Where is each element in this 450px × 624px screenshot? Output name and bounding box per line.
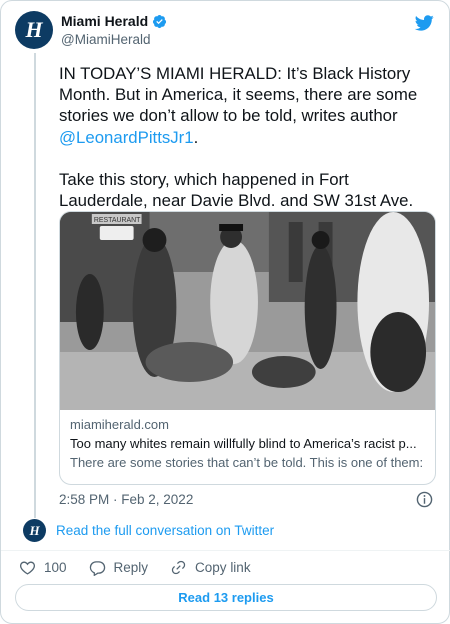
twitter-bird-icon[interactable] xyxy=(413,13,435,33)
tweet-text-part1: IN TODAY’S MIAMI HERALD: It’s Black Hist… xyxy=(59,64,418,126)
copy-link-button[interactable]: Copy link xyxy=(170,559,251,576)
conversation-row[interactable]: H Read the full conversation on Twitter xyxy=(23,519,274,542)
mini-avatar-letter: H xyxy=(29,522,40,538)
card-meta: miamiherald.com Too many whites remain w… xyxy=(60,410,435,472)
reply-button[interactable]: Reply xyxy=(89,559,149,576)
thread-line xyxy=(34,53,36,518)
handle[interactable]: @MiamiHerald xyxy=(61,32,167,47)
action-bar: 100 Reply Copy link xyxy=(19,559,273,576)
reply-bubble-icon xyxy=(89,561,105,576)
article-photo[interactable]: RESTAURANT xyxy=(60,212,435,410)
author-block[interactable]: Miami Herald @MiamiHerald xyxy=(61,13,167,47)
like-button[interactable]: 100 xyxy=(19,559,67,576)
tweet-text: IN TODAY’S MIAMI HERALD: It’s Black Hist… xyxy=(59,63,431,233)
link-icon xyxy=(171,560,186,575)
tweet-embed-card: H Miami Herald @MiamiHerald IN TODAY’S M… xyxy=(0,0,450,624)
divider xyxy=(1,550,450,551)
link-preview-card[interactable]: RESTAURANT miamiherald.com Too many whit… xyxy=(59,211,436,485)
display-name-text: Miami Herald xyxy=(61,13,149,29)
copy-link-label: Copy link xyxy=(195,560,251,575)
reply-label: Reply xyxy=(113,560,149,575)
card-title[interactable]: Too many whites remain willfully blind t… xyxy=(70,434,425,453)
tweet-timestamp[interactable]: 2:58 PM · Feb 2, 2022 xyxy=(59,492,193,507)
avatar[interactable]: H xyxy=(15,11,53,49)
read-replies-button[interactable]: Read 13 replies xyxy=(15,584,437,611)
photo-sign-text: RESTAURANT xyxy=(94,217,141,224)
card-domain: miamiherald.com xyxy=(70,417,169,432)
heart-icon xyxy=(20,561,35,575)
display-name[interactable]: Miami Herald xyxy=(61,13,167,29)
avatar-letter: H xyxy=(25,17,43,42)
mention-link[interactable]: @LeonardPittsJr1 xyxy=(59,128,194,147)
like-count: 100 xyxy=(44,560,67,575)
info-icon[interactable] xyxy=(416,491,433,508)
mini-avatar: H xyxy=(23,519,46,542)
card-description: There are some stories that can’t be tol… xyxy=(70,455,424,470)
read-conversation-link[interactable]: Read the full conversation on Twitter xyxy=(56,523,274,538)
verified-badge-icon xyxy=(153,14,167,28)
